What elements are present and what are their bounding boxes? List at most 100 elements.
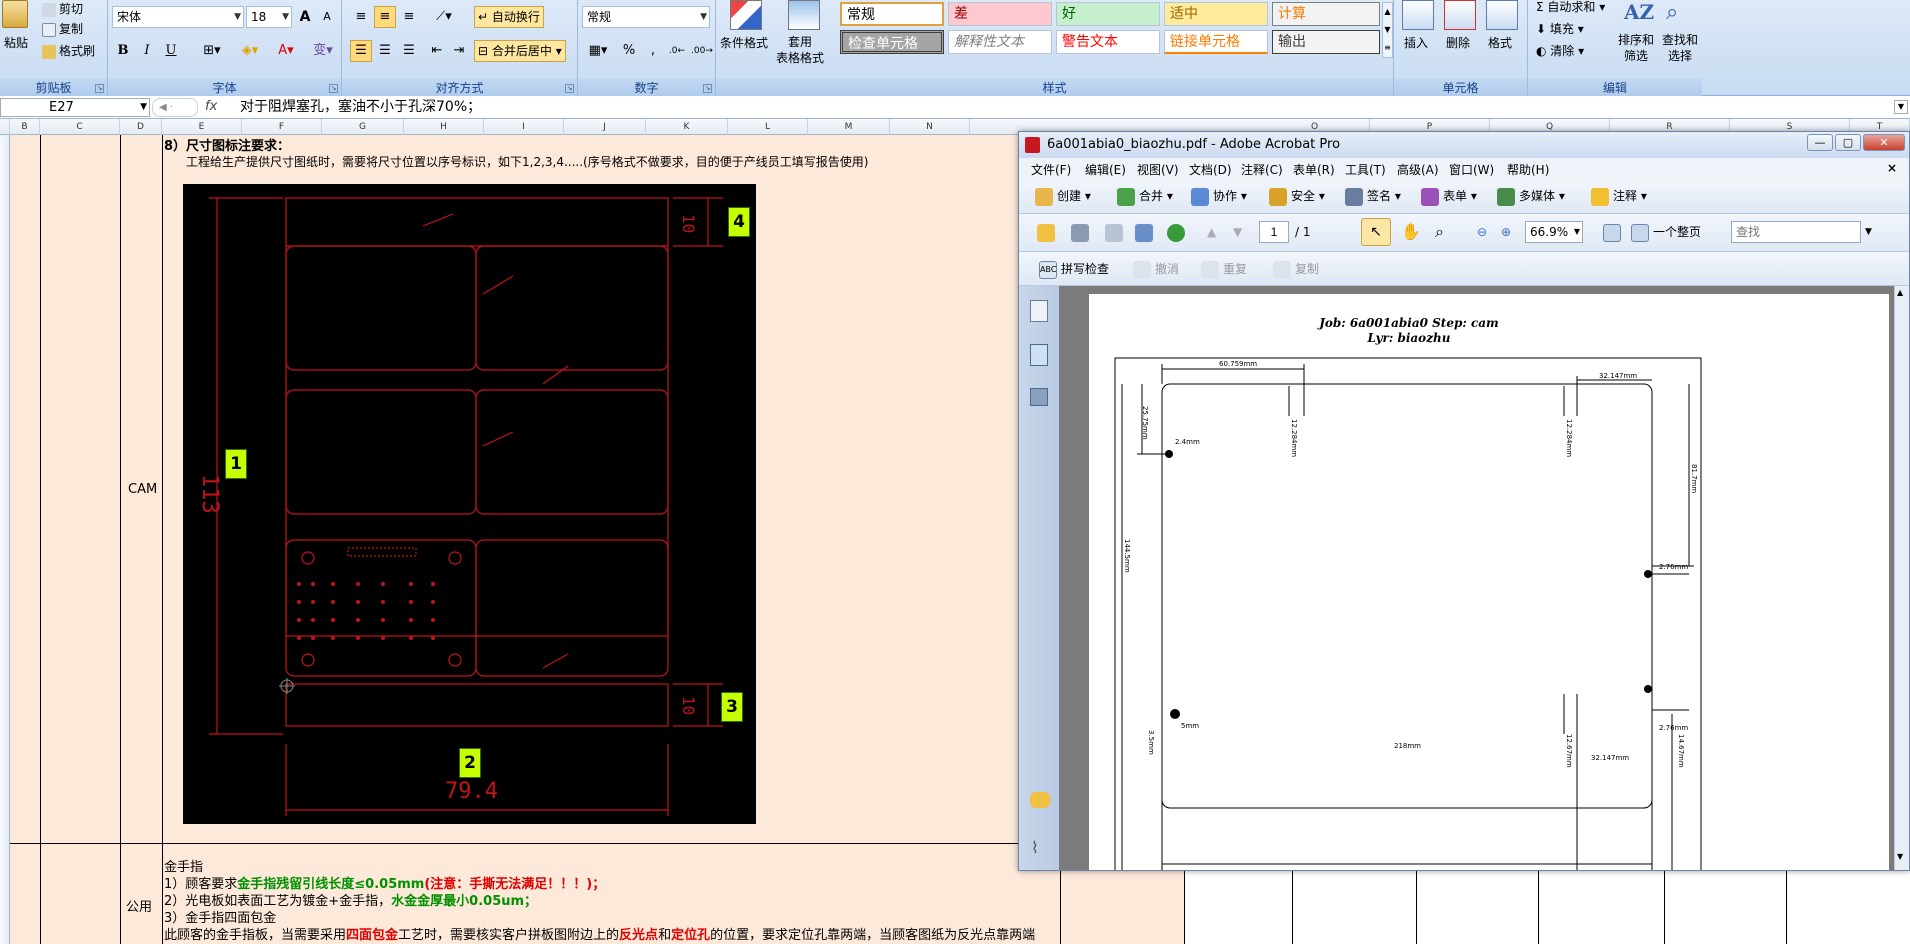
style-calculation[interactable]: 计算	[1272, 2, 1380, 26]
pages-icon[interactable]	[1030, 300, 1048, 322]
underline-button[interactable]: U	[160, 40, 182, 62]
search-input[interactable]	[1731, 221, 1861, 243]
close-doc-icon[interactable]: ×	[1887, 161, 1897, 175]
menu-view[interactable]: 视图(V)	[1137, 161, 1179, 178]
comment-button[interactable]: 注释 ▾	[1591, 186, 1647, 206]
grow-font-button[interactable]: A	[294, 6, 316, 28]
dialog-launcher-icon[interactable]: ↘	[565, 84, 574, 93]
col-header[interactable]: H	[404, 119, 484, 135]
minimize-button[interactable]: —	[1807, 134, 1833, 151]
menu-document[interactable]: 文档(D)	[1189, 161, 1232, 178]
copy-button[interactable]: 复制	[42, 20, 83, 37]
clear-button[interactable]: ◐ 清除 ▾	[1536, 42, 1584, 59]
font-color-button[interactable]: A▾	[270, 40, 302, 62]
spell-check-button[interactable]: ABC 拼写检查	[1039, 259, 1109, 279]
scroll-down-icon[interactable]: ▼	[1897, 852, 1903, 861]
menu-tools[interactable]: 工具(T)	[1345, 161, 1386, 178]
decrease-decimal-button[interactable]: .00→	[690, 40, 713, 62]
increase-decimal-button[interactable]: .0←	[666, 40, 688, 62]
menu-comments[interactable]: 注释(C)	[1241, 161, 1283, 178]
style-warning[interactable]: 警告文本	[1056, 30, 1160, 54]
paste-button[interactable]: 粘贴	[4, 34, 28, 51]
style-neutral[interactable]: 适中	[1164, 2, 1268, 26]
font-name-select[interactable]: 宋体 ▼	[112, 6, 244, 28]
globe-button[interactable]	[1167, 222, 1189, 242]
style-explanatory[interactable]: 解释性文本	[948, 30, 1052, 54]
search-options-button[interactable]: ▼	[1865, 222, 1872, 242]
formula-toggle[interactable]: ◀ ·	[152, 98, 198, 117]
open-button[interactable]	[1037, 222, 1059, 242]
delete-button[interactable]: 删除	[1446, 34, 1470, 51]
find-select-button[interactable]: 查找和 选择	[1662, 32, 1698, 64]
align-top-button[interactable]: ≡	[350, 6, 372, 28]
multimedia-button[interactable]: 多媒体 ▾	[1497, 186, 1565, 206]
border-button[interactable]: ⊞▾	[196, 40, 228, 62]
style-gallery-scroll[interactable]: ▲ ▼ ≡	[1382, 2, 1393, 58]
collaborate-button[interactable]: 协作 ▾	[1191, 186, 1247, 206]
col-header[interactable]: F	[242, 119, 322, 135]
save-button[interactable]	[1105, 222, 1127, 242]
sort-filter-button[interactable]: 排序和 筛选	[1618, 32, 1654, 64]
attachment-icon[interactable]: ⌇	[1031, 838, 1039, 857]
col-header[interactable]: B	[10, 119, 40, 135]
bookmarks-icon[interactable]	[1030, 344, 1048, 366]
hand-tool-button[interactable]: ✋	[1401, 222, 1421, 242]
name-box[interactable]: E27 ▼	[0, 98, 150, 117]
dialog-launcher-icon[interactable]: ↘	[329, 84, 338, 93]
fit-width-button[interactable]	[1603, 222, 1625, 242]
menu-file[interactable]: 文件(F)	[1031, 161, 1071, 178]
format-painter-button[interactable]: 格式刷	[42, 42, 95, 59]
col-header[interactable]: N	[890, 119, 970, 135]
align-center-button[interactable]: ☰	[374, 40, 396, 62]
dialog-launcher-icon[interactable]: ↘	[703, 84, 712, 93]
scroll-up-icon[interactable]: ▲	[1897, 288, 1903, 297]
menu-window[interactable]: 窗口(W)	[1449, 161, 1494, 178]
col-header[interactable]: D	[120, 119, 162, 135]
col-header[interactable]: L	[728, 119, 808, 135]
zoom-out-button[interactable]: ⊖	[1477, 222, 1487, 242]
secure-button[interactable]: 安全 ▾	[1269, 186, 1325, 206]
align-left-button[interactable]: ☰	[350, 40, 372, 62]
next-page-button[interactable]: ▼	[1233, 222, 1242, 242]
font-size-select[interactable]: 18 ▼	[246, 6, 292, 28]
expand-formula-icon[interactable]: ▼	[1894, 100, 1908, 114]
forms-button[interactable]: 表单 ▾	[1421, 186, 1477, 206]
email-button[interactable]	[1135, 222, 1157, 242]
combine-button[interactable]: 合并 ▾	[1117, 186, 1173, 206]
menu-forms[interactable]: 表单(R)	[1293, 161, 1335, 178]
accounting-format-button[interactable]: ▦▾	[582, 40, 614, 62]
fill-button[interactable]: ⬇ 填充 ▾	[1536, 20, 1584, 37]
align-bottom-button[interactable]: ≡	[398, 6, 420, 28]
col-header[interactable]: C	[40, 119, 120, 135]
acrobat-window[interactable]: 6a001abia0_biaozhu.pdf - Adobe Acrobat P…	[1018, 131, 1910, 871]
row-header[interactable]	[0, 135, 10, 944]
fill-color-button[interactable]: ◈▾	[234, 40, 266, 62]
autosum-button[interactable]: Σ 自动求和 ▾	[1536, 0, 1605, 15]
style-good[interactable]: 好	[1056, 2, 1160, 26]
col-header[interactable]: M	[808, 119, 890, 135]
decrease-indent-button[interactable]: ⇤	[426, 40, 448, 62]
style-check-cell[interactable]: 检查单元格	[840, 30, 944, 54]
style-output[interactable]: 输出	[1272, 30, 1380, 54]
increase-indent-button[interactable]: ⇥	[448, 40, 470, 62]
orientation-button[interactable]: ⟋▾	[428, 6, 460, 28]
col-header[interactable]: G	[322, 119, 404, 135]
format-as-table-button[interactable]: 套用 表格格式	[776, 34, 824, 66]
conditional-format-button[interactable]: 条件格式	[720, 34, 768, 51]
wrap-text-button[interactable]: ↵ 自动换行	[474, 6, 544, 28]
col-header[interactable]: J	[564, 119, 646, 135]
phonetic-button[interactable]: 变▾	[308, 40, 338, 62]
fit-page-button[interactable]: 一个整页	[1631, 222, 1701, 242]
zoom-in-button[interactable]: ⊕	[1501, 222, 1511, 242]
align-right-button[interactable]: ☰	[398, 40, 420, 62]
redo-button[interactable]: 重复	[1201, 259, 1247, 279]
format-button[interactable]: 格式	[1488, 34, 1512, 51]
comma-button[interactable]: ,	[642, 40, 664, 62]
shrink-font-button[interactable]: A	[316, 6, 338, 28]
style-normal[interactable]: 常规	[840, 2, 944, 26]
col-header[interactable]: I	[484, 119, 564, 135]
document-scrollbar[interactable]: ▲ ▼	[1894, 286, 1909, 870]
prev-page-button[interactable]: ▲	[1207, 222, 1216, 242]
merge-center-button[interactable]: ⊟ 合并后居中 ▾	[474, 40, 566, 62]
align-middle-button[interactable]: ≡	[374, 6, 396, 28]
